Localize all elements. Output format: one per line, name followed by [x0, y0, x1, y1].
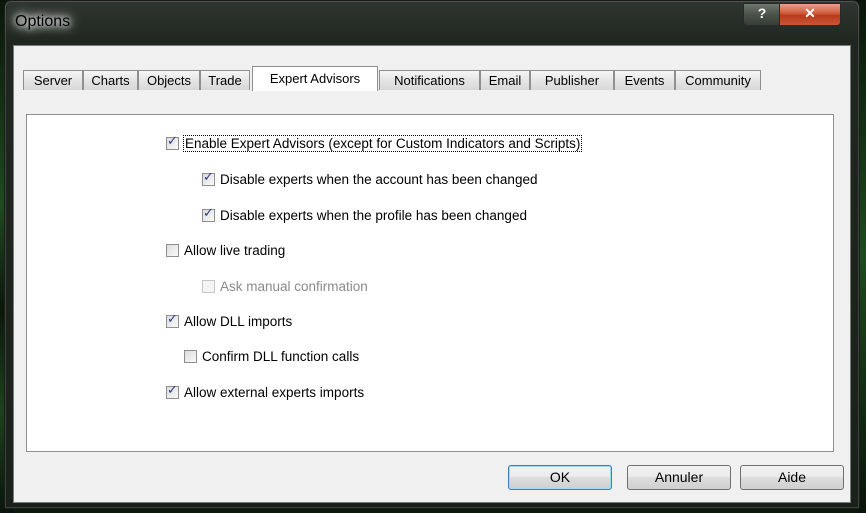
option-confirm-dll-calls[interactable]: Confirm DLL function calls [184, 349, 359, 367]
tab-expert-advisors[interactable]: Expert Advisors [252, 66, 378, 91]
tab-community[interactable]: Community [675, 70, 761, 90]
window-title: Options [15, 13, 71, 30]
checkbox-allow-dll-imports[interactable] [166, 312, 179, 328]
checkbox-disable-on-profile-change[interactable] [202, 206, 215, 222]
tab-events[interactable]: Events [614, 70, 675, 90]
option-allow-live-trading[interactable]: Allow live trading [166, 243, 285, 261]
tab-objects[interactable]: Objects [138, 70, 200, 90]
tab-email[interactable]: Email [480, 70, 530, 90]
option-label: Disable experts when the profile has bee… [220, 208, 527, 223]
option-label: Confirm DLL function calls [202, 349, 360, 364]
option-label: Allow live trading [184, 243, 286, 258]
help-caption-button[interactable]: ? [743, 3, 781, 26]
close-caption-button[interactable]: ✕ [779, 3, 841, 26]
option-enable-expert-advisors[interactable]: Enable Expert Advisors (except for Custo… [166, 134, 583, 154]
option-disable-on-profile-change[interactable]: Disable experts when the profile has bee… [202, 206, 527, 226]
options-dialog: Options ? ✕ Server Charts Objects Trade … [4, 0, 860, 509]
expert-advisors-panel: Enable Expert Advisors (except for Custo… [26, 114, 834, 452]
checkbox-disable-on-account-change[interactable] [202, 170, 215, 186]
title-bar[interactable]: Options ? ✕ [5, 1, 859, 45]
tab-trade[interactable]: Trade [200, 70, 250, 90]
tab-server[interactable]: Server [23, 70, 83, 90]
tab-charts[interactable]: Charts [83, 70, 138, 90]
tab-publisher[interactable]: Publisher [530, 70, 614, 90]
dialog-client-area: Server Charts Objects Trade Expert Advis… [13, 45, 851, 503]
help-button[interactable]: Aide [740, 465, 844, 490]
close-icon: ✕ [804, 5, 816, 21]
cancel-button[interactable]: Annuler [627, 465, 731, 490]
checkbox-allow-external-imports[interactable] [166, 383, 179, 399]
option-label: Ask manual confirmation [220, 279, 368, 294]
option-ask-manual-confirmation: Ask manual confirmation [202, 279, 368, 297]
checkbox-enable-expert-advisors[interactable] [166, 134, 179, 150]
option-allow-dll-imports[interactable]: Allow DLL imports [166, 312, 293, 332]
option-label: Allow DLL imports [184, 314, 293, 329]
option-disable-on-account-change[interactable]: Disable experts when the account has bee… [202, 170, 538, 190]
option-label: Disable experts when the account has bee… [220, 172, 538, 187]
question-mark-icon: ? [757, 5, 767, 21]
option-label: Enable Expert Advisors (except for Custo… [182, 135, 583, 152]
tab-notifications[interactable]: Notifications [379, 70, 480, 90]
checkbox-allow-live-trading[interactable] [166, 244, 179, 257]
option-label: Allow external experts imports [184, 385, 365, 400]
option-allow-external-imports[interactable]: Allow external experts imports [166, 383, 365, 403]
ok-button[interactable]: OK [508, 465, 612, 490]
checkbox-confirm-dll-calls[interactable] [184, 350, 197, 363]
checkbox-ask-manual-confirmation [202, 280, 215, 293]
